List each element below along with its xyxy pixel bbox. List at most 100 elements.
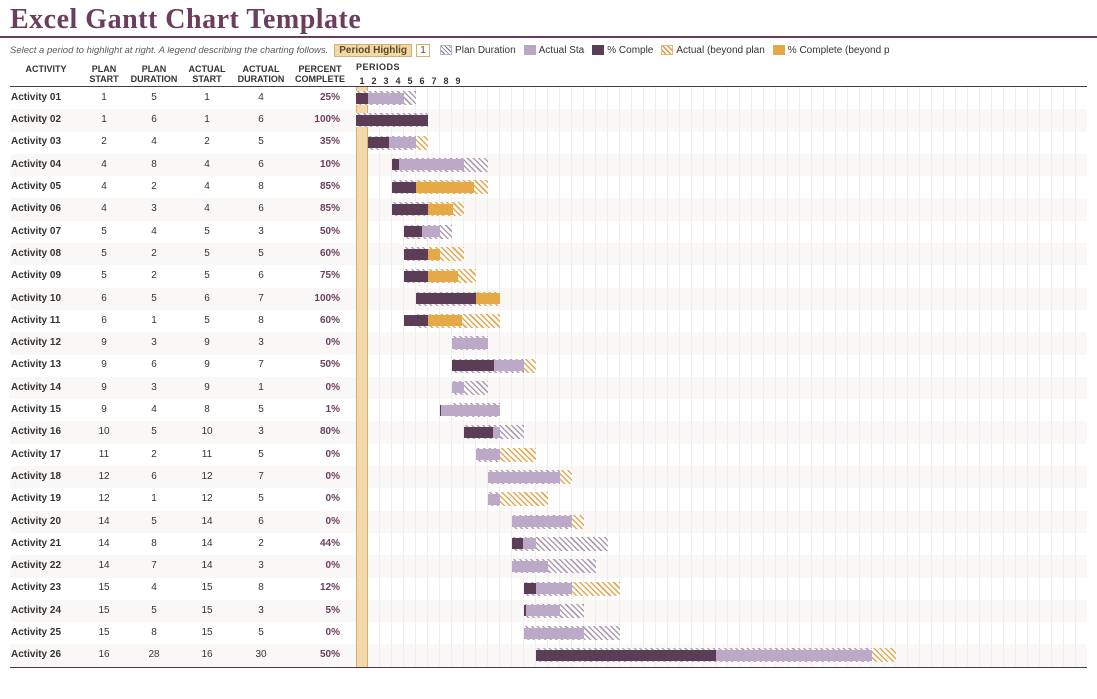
activity-name: Activity 02: [10, 109, 82, 131]
actual-start: 5: [182, 310, 232, 332]
plan-start: 6: [82, 288, 126, 310]
bar-actual-beyond-plan: [416, 136, 428, 150]
bar-complete-beyond-plan: [428, 249, 440, 260]
table-row: Activity 05424885%: [10, 176, 1087, 198]
activity-name: Activity 18: [10, 466, 82, 488]
percent-complete: 12%: [290, 578, 350, 600]
period-label: 6: [416, 76, 428, 86]
plan-start: 15: [82, 578, 126, 600]
highlight-column: [356, 176, 368, 198]
gantt-cell: [356, 578, 1087, 600]
actual-duration: 3: [232, 221, 290, 243]
bar-complete-beyond-plan: [416, 182, 474, 193]
plan-duration: 3: [126, 377, 182, 399]
bar-actual: [488, 494, 500, 505]
plan-start: 9: [82, 399, 126, 421]
table-row: Activity 03242535%: [10, 132, 1087, 154]
gantt-cell: [356, 466, 1087, 488]
bar-actual-beyond-plan: [500, 492, 548, 506]
bar-complete: [392, 204, 428, 215]
percent-complete: 0%: [290, 511, 350, 533]
gantt-cell: [356, 644, 1087, 666]
percent-complete: 0%: [290, 444, 350, 466]
period-highlight-value[interactable]: 1: [416, 44, 430, 57]
highlight-column: [356, 444, 368, 466]
gantt-cell: [356, 87, 1087, 109]
percent-complete: 60%: [290, 243, 350, 265]
actual-start: 14: [182, 555, 232, 577]
gantt-cell: [356, 399, 1087, 421]
header-plan-start: PLAN START: [82, 63, 126, 86]
bar-complete: [524, 605, 526, 616]
gantt-cell: [356, 355, 1087, 377]
table-row: Activity 2114814244%: [10, 533, 1087, 555]
plan-duration: 8: [126, 533, 182, 555]
plan-duration: 4: [126, 221, 182, 243]
bar-complete: [368, 137, 389, 148]
plan-duration: 28: [126, 644, 182, 666]
period-label: 4: [392, 76, 404, 86]
bar-complete: [452, 360, 494, 371]
actual-start: 5: [182, 221, 232, 243]
period-label: 1: [356, 76, 368, 86]
actual-start: 12: [182, 488, 232, 510]
plan-duration: 2: [126, 243, 182, 265]
table-row: Activity 021616100%: [10, 109, 1087, 131]
plan-duration: 2: [126, 444, 182, 466]
bar-actual: [440, 405, 500, 416]
activity-name: Activity 03: [10, 132, 82, 154]
percent-complete: 0%: [290, 332, 350, 354]
bar-actual: [512, 561, 548, 572]
actual-duration: 6: [232, 154, 290, 176]
highlight-column: [356, 132, 368, 154]
header-percent-complete: PERCENT COMPLETE: [290, 63, 350, 86]
plan-duration: 4: [126, 132, 182, 154]
plan-duration: 3: [126, 332, 182, 354]
highlight-column: [356, 377, 368, 399]
table-row: Activity 08525560%: [10, 243, 1087, 265]
plan-start: 12: [82, 466, 126, 488]
swatch-plan-duration: [440, 45, 452, 55]
bar-actual: [524, 628, 584, 639]
highlight-column: [356, 198, 368, 220]
bar-actual: [452, 382, 464, 393]
highlight-column: [356, 466, 368, 488]
percent-complete: 50%: [290, 221, 350, 243]
table-row: Activity 221471430%: [10, 555, 1087, 577]
actual-duration: 3: [232, 421, 290, 443]
percent-complete: 85%: [290, 198, 350, 220]
gantt-cell: [356, 221, 1087, 243]
actual-duration: 5: [232, 444, 290, 466]
legend: Plan Duration Actual Sta % Comple Actual…: [440, 45, 889, 56]
actual-duration: 8: [232, 176, 290, 198]
actual-start: 14: [182, 533, 232, 555]
activity-name: Activity 01: [10, 87, 82, 109]
bar-complete: [356, 115, 428, 126]
activity-name: Activity 12: [10, 332, 82, 354]
activity-name: Activity 09: [10, 265, 82, 287]
plan-start: 5: [82, 243, 126, 265]
highlight-column: [356, 488, 368, 510]
percent-complete: 85%: [290, 176, 350, 198]
actual-duration: 30: [232, 644, 290, 666]
table-row: Activity 106567100%: [10, 288, 1087, 310]
activity-name: Activity 04: [10, 154, 82, 176]
bar-complete: [404, 249, 428, 260]
activity-name: Activity 21: [10, 533, 82, 555]
table-row: Activity 1610510380%: [10, 421, 1087, 443]
actual-duration: 5: [232, 622, 290, 644]
actual-duration: 3: [232, 555, 290, 577]
highlight-column: [356, 421, 368, 443]
percent-complete: 35%: [290, 132, 350, 154]
plan-duration: 6: [126, 355, 182, 377]
highlight-column: [356, 243, 368, 265]
bar-complete-beyond-plan: [428, 315, 462, 326]
period-label: 2: [368, 76, 380, 86]
percent-complete: 10%: [290, 154, 350, 176]
plan-start: 9: [82, 355, 126, 377]
actual-start: 8: [182, 399, 232, 421]
actual-start: 15: [182, 578, 232, 600]
table-row: Activity 201451460%: [10, 511, 1087, 533]
percent-complete: 44%: [290, 533, 350, 555]
activity-name: Activity 20: [10, 511, 82, 533]
